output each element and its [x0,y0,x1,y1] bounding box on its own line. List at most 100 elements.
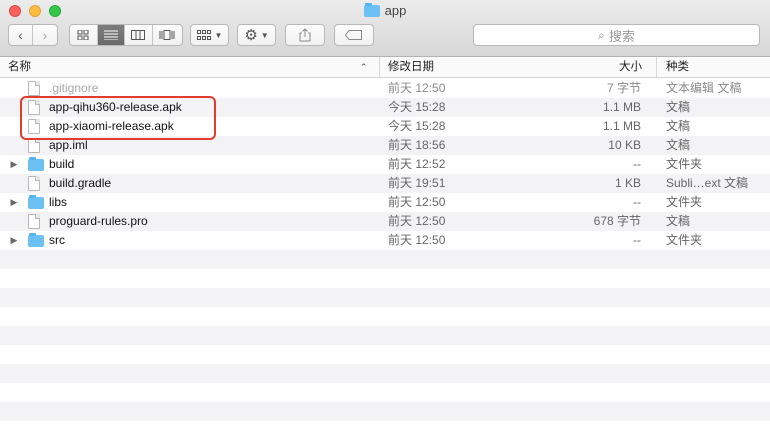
file-row[interactable]: build.gradle 前天 19:51 1 KB Subli…ext 文稿 [0,174,770,193]
file-kind: 文件夹 [666,233,703,247]
document-icon [28,214,40,229]
document-icon [28,119,40,134]
file-kind: 文稿 [666,138,691,152]
file-date: 今天 15:28 [388,119,446,133]
empty-row [0,307,770,326]
action-button[interactable]: ⚙ ▼ [237,24,276,46]
file-name: app.iml [49,138,88,152]
folder-icon [28,157,44,171]
column-header-date-label: 修改日期 [388,61,434,73]
file-kind: 文稿 [666,119,691,133]
file-size: -- [633,157,641,171]
list-view-button[interactable] [97,25,126,45]
file-row[interactable]: app-qihu360-release.apk 今天 15:28 1.1 MB … [0,98,770,117]
file-date: 今天 15:28 [388,100,446,114]
file-date: 前天 18:56 [388,138,446,152]
cover-flow-icon [159,30,175,40]
file-kind: 文稿 [666,214,691,228]
column-header-size-label: 大小 [619,61,642,73]
file-date: 前天 12:50 [388,233,446,247]
file-date: 前天 12:50 [388,81,446,95]
file-date: 前天 12:52 [388,157,446,171]
folder-icon [363,2,380,17]
gear-icon: ⚙ [244,26,258,44]
back-button[interactable]: ‹ [9,25,33,45]
document-icon [28,81,40,96]
column-header-name[interactable]: 名称 [8,57,378,77]
icon-view-button[interactable] [70,25,98,45]
file-name: build.gradle [49,176,112,190]
file-name: app-qihu360-release.apk [49,100,182,114]
disclosure-triangle-icon[interactable]: ▶ [9,231,19,250]
chevron-down-icon: ▼ [214,30,223,40]
disclosure-triangle-icon[interactable]: ▶ [9,193,19,212]
empty-row [0,345,770,364]
file-size: -- [633,233,641,247]
tags-button[interactable] [334,24,374,46]
file-kind: 文件夹 [666,195,703,209]
column-header-name-label: 名称 [8,61,31,73]
empty-row [0,383,770,402]
disclosure-triangle-icon[interactable]: ▶ [9,155,19,174]
tag-icon [345,30,362,40]
file-size: 10 KB [608,138,641,152]
forward-button[interactable]: › [33,25,57,45]
folder-row[interactable]: ▶ libs 前天 12:50 -- 文件夹 [0,193,770,212]
document-icon [28,176,40,191]
file-date: 前天 12:50 [388,214,446,228]
folder-icon [28,195,44,209]
chevron-down-icon: ▼ [260,30,269,40]
column-view-button[interactable] [125,25,153,45]
file-kind: Subli…ext 文稿 [666,176,749,190]
file-date: 前天 12:50 [388,195,446,209]
file-name: .gitignore [49,81,99,95]
file-name: build [49,157,75,171]
window-title-bar: app [0,2,770,21]
file-size: -- [633,195,641,209]
file-name: libs [49,195,68,209]
column-header-kind[interactable]: 种类 [657,57,770,77]
empty-row [0,402,770,421]
share-button[interactable] [285,24,325,46]
file-row[interactable]: .gitignore 前天 12:50 7 字节 文本编辑 文稿 [0,79,770,98]
file-size: 7 字节 [606,81,641,95]
window-title: app [384,3,407,18]
sort-chevron-icon: ⌃ [360,62,368,72]
file-kind: 文本编辑 文稿 [666,81,742,95]
column-header-kind-label: 种类 [666,61,689,73]
empty-row [0,250,770,269]
empty-row [0,364,770,383]
share-icon [299,28,311,42]
file-date: 前天 19:51 [388,176,446,190]
file-name: app-xiaomi-release.apk [49,119,174,133]
list-icon [103,30,118,40]
navigation-buttons: ‹ › [8,24,58,46]
file-row[interactable]: app-xiaomi-release.apk 今天 15:28 1.1 MB 文… [0,117,770,136]
chevron-right-icon: › [42,27,48,43]
cover-flow-button[interactable] [153,25,182,45]
grid-icon [77,30,89,40]
file-row[interactable]: app.iml 前天 18:56 10 KB 文稿 [0,136,770,155]
toolbar: app ‹ › ▼ ⚙ ▼ ⌕ 搜索 [0,0,770,57]
file-size: 678 字节 [593,214,641,228]
search-field[interactable]: ⌕ 搜索 [473,24,760,46]
empty-row [0,269,770,288]
document-icon [28,138,40,153]
document-icon [28,100,40,115]
file-row[interactable]: proguard-rules.pro 前天 12:50 678 字节 文稿 [0,212,770,231]
column-header-row: 名称 ⌃ 修改日期 大小 种类 [0,57,770,78]
file-kind: 文稿 [666,100,691,114]
search-placeholder: 搜索 [608,28,635,44]
file-name: src [49,233,65,247]
arrange-grid-icon [196,30,211,40]
file-size: 1 KB [614,176,641,190]
file-list: .gitignore 前天 12:50 7 字节 文本编辑 文稿 app-qih… [0,79,770,437]
view-mode-control [69,24,183,46]
chevron-left-icon: ‹ [18,27,23,43]
column-header-size[interactable]: 大小 [564,57,642,77]
folder-row[interactable]: ▶ build 前天 12:52 -- 文件夹 [0,155,770,174]
folder-row[interactable]: ▶ src 前天 12:50 -- 文件夹 [0,231,770,250]
arrange-button[interactable]: ▼ [190,24,229,46]
finder-window: app ‹ › ▼ ⚙ ▼ ⌕ 搜索 名称 ⌃ 修改日期 大小 种类 .giti… [0,0,770,437]
file-size: 1.1 MB [602,119,641,133]
